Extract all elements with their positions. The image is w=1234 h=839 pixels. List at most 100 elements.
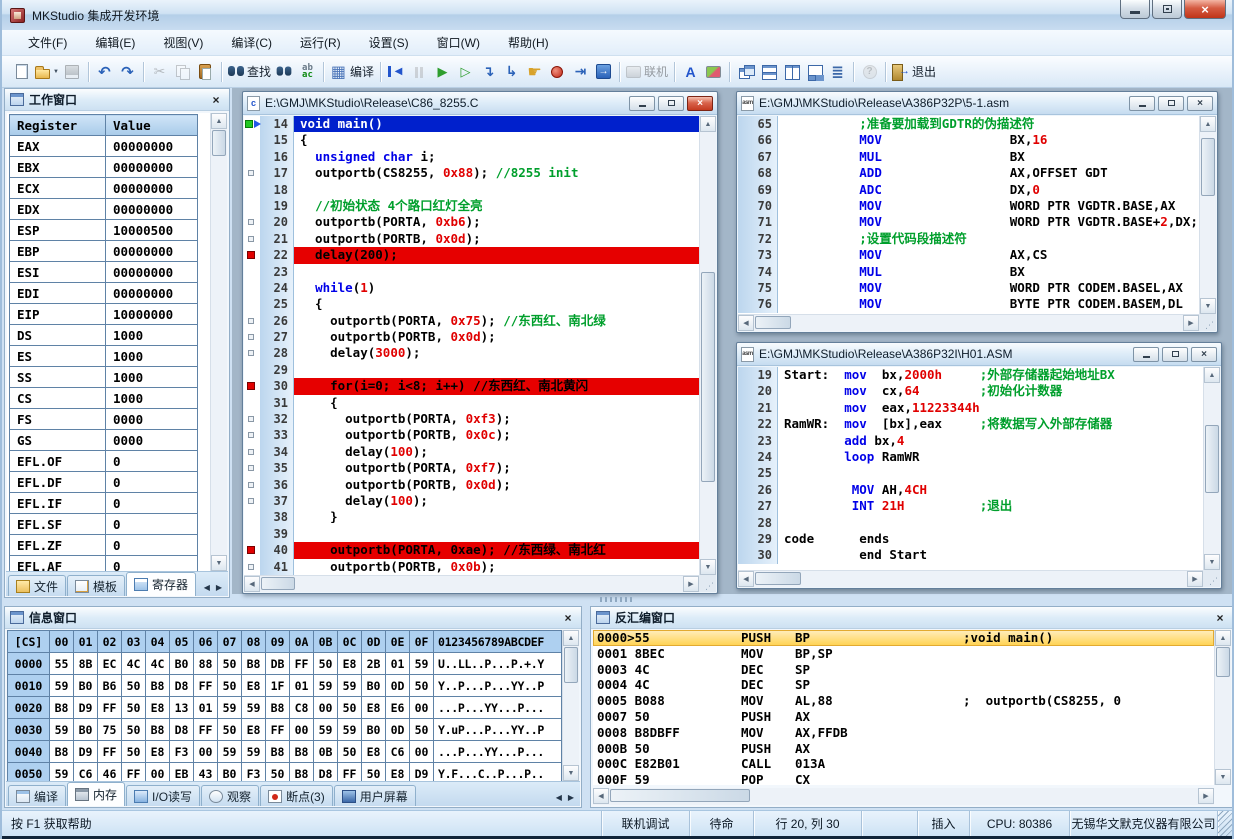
code-line[interactable]: 19Start: mov bx,2000h ;外部存储器起始地址BX [738,367,1203,383]
register-row[interactable]: FS0000 [10,409,198,430]
memory-hex-view[interactable]: [CS]000102030405060708090A0B0C0D0E0F0123… [7,630,562,781]
replace-button[interactable] [296,60,319,84]
asm2-code-editor[interactable]: 19Start: mov bx,2000h ;外部存储器起始地址BX20 mov… [738,367,1203,570]
code-line[interactable]: 15{ [244,132,699,148]
tab-用户屏幕[interactable]: 用户屏幕 [334,785,416,806]
scroll-up-icon[interactable]: ▲ [1200,116,1216,132]
disasm-row[interactable]: 0008 B8DBFFMOVAX,FFDB [593,725,1214,741]
code-line[interactable]: 26 outportb(PORTA, 0x75); //东西红、南北绿 [244,313,699,329]
asm1-hscrollbar[interactable]: ◀ ▶ [738,314,1199,331]
code-line[interactable]: 28 delay(3000); [244,345,699,361]
code-line[interactable]: 66 MOV BX,16 [738,132,1199,148]
clear-breakpoints-button[interactable] [546,60,569,84]
disasm-row[interactable]: 0003 4CDECSP [593,662,1214,678]
scroll-th umb[interactable] [701,272,715,482]
asm2-editor-window[interactable]: asm E:\GMJ\MKStudio\Release\A386P32I\H01… [736,342,1222,589]
register-row[interactable]: ESP10000500 [10,220,198,241]
register-row[interactable]: EFL.AF0 [10,556,198,572]
asm2-hscrollbar[interactable]: ◀ ▶ [738,570,1203,587]
hex-row[interactable]: 0020B8D9FF50E813015959B8C80050E8E600...P… [8,697,562,719]
register-row[interactable]: EIP10000000 [10,304,198,325]
disasm-row[interactable]: 0000>55PUSHBP;void main() [593,630,1214,646]
scroll-up-icon[interactable]: ▲ [1204,367,1220,383]
tile-horizontal-button[interactable] [757,60,780,84]
minimize-button[interactable] [1120,0,1150,19]
code-line[interactable]: 25 { [244,296,699,312]
redo-button[interactable] [116,60,139,84]
font-button[interactable] [679,60,702,84]
disasm-vscrollbar[interactable]: ▲ ▼ [1214,630,1231,785]
code-line[interactable]: 38 } [244,509,699,525]
code-line[interactable]: 14void main() [244,116,699,132]
work-panel-header[interactable]: 工作窗口 × [5,89,229,111]
disasm-row[interactable]: 000F 59POPCX [593,772,1214,785]
scroll-thumb[interactable] [1205,425,1219,493]
code-line[interactable]: 71 MOV WORD PTR VGDTR.BASE+2,DX; [738,214,1199,230]
close-button[interactable]: × [1184,0,1226,19]
tab-观察[interactable]: 观察 [201,785,259,806]
code-line[interactable]: 76 MOV BYTE PTR CODEM.BASEM,DL [738,296,1199,312]
scroll-right-icon[interactable]: ▶ [683,576,699,592]
code-line[interactable]: 25 [738,465,1203,481]
code-line[interactable]: 69 ADC DX,0 [738,182,1199,198]
code-line[interactable]: 20 outportb(PORTA, 0xb6); [244,214,699,230]
tab-文件[interactable]: 文件 [8,575,66,596]
scroll-down-icon[interactable]: ▼ [1200,298,1216,314]
window-list-button[interactable] [826,60,849,84]
register-row[interactable]: CS1000 [10,388,198,409]
tab-scroll-left-icon[interactable]: ◀ [556,793,562,802]
tab-断点(3)[interactable]: 断点(3) [260,785,333,806]
scroll-thumb[interactable] [212,130,226,156]
asm1-vscrollbar[interactable]: ▲ ▼ [1199,116,1216,314]
scroll-thumb[interactable] [1201,138,1215,196]
scroll-thumb[interactable] [755,572,801,585]
find-next-button[interactable] [273,60,296,84]
code-line[interactable]: 31 { [244,395,699,411]
tab-scroll-right-icon[interactable]: ▶ [568,793,574,802]
register-scrollbar[interactable]: ▲ ▼ [210,113,227,571]
code-line[interactable]: 34 delay(100); [244,444,699,460]
hex-row[interactable]: 001059B0B650B8D8FF50E81F015959B00D50Y..P… [8,675,562,697]
register-row[interactable]: EFL.IF0 [10,493,198,514]
run-button[interactable] [431,60,454,84]
cascade-button[interactable] [734,60,757,84]
tab-寄存器[interactable]: 寄存器 [126,572,196,596]
menu-item-窗口(W)[interactable]: 窗口(W) [423,30,494,55]
c-editor-vscrollbar[interactable]: ▲ ▼ [699,116,716,575]
disasm-row[interactable]: 0004 4CDECSP [593,677,1214,693]
code-line[interactable]: 24 while(1) [244,280,699,296]
splitter-handle[interactable] [600,597,634,602]
code-line[interactable]: 73 MOV AX,CS [738,247,1199,263]
resize-grip[interactable] [1218,811,1232,836]
hex-row[interactable]: 0040B8D9FF50E8F3005959B8B80B50E8C600...P… [8,741,562,763]
code-line[interactable]: 32 outportb(PORTA, 0xf3); [244,411,699,427]
scroll-thumb[interactable] [564,647,578,683]
tab-模板[interactable]: 模板 [67,575,125,596]
asm2-titlebar[interactable]: asm E:\GMJ\MKStudio\Release\A386P32I\H01… [737,343,1221,366]
register-row[interactable]: EFL.OF0 [10,451,198,472]
restore-button[interactable] [1152,0,1182,19]
code-line[interactable]: 26 MOV AH,4CH [738,482,1203,498]
code-line[interactable]: 20 mov cx,64 ;初始化计数器 [738,383,1203,399]
code-line[interactable]: 29 [244,362,699,378]
new-file-button[interactable] [10,60,33,84]
code-line[interactable]: 30 for(i=0; i<8; i++) //东西红、南北黄闪 [244,378,699,394]
code-line[interactable]: 29code ends [738,531,1203,547]
register-row[interactable]: EDX00000000 [10,199,198,220]
menu-item-视图(V)[interactable]: 视图(V) [149,30,217,55]
scroll-down-icon[interactable]: ▼ [563,765,579,781]
asm1-code-editor[interactable]: 65 ;准备要加载到GDTR的伪描述符66 MOV BX,1667 MUL BX… [738,116,1199,314]
menu-item-编译(C)[interactable]: 编译(C) [217,30,286,55]
register-row[interactable]: ES1000 [10,346,198,367]
scroll-right-icon[interactable]: ▶ [1187,571,1203,587]
code-line[interactable]: 68 ADD AX,OFFSET GDT [738,165,1199,181]
scroll-left-icon[interactable]: ◀ [244,576,260,592]
disasm-row[interactable]: 0001 8BECMOVBP,SP [593,646,1214,662]
hex-row[interactable]: 003059B07550B8D8FF50E8FF005959B00D50Y.uP… [8,719,562,741]
child-close-button[interactable]: × [1191,347,1217,362]
code-line[interactable]: 70 MOV WORD PTR VGDTR.BASE,AX [738,198,1199,214]
scroll-up-icon[interactable]: ▲ [211,113,227,129]
c-editor-window[interactable]: c E:\GMJ\MKStudio\Release\C86_8255.C × 1… [242,91,718,594]
hex-row[interactable]: 0000558BEC4C4CB08850B8DBFF50E82B0159U..L… [8,653,562,675]
child-restore-button[interactable] [658,96,684,111]
